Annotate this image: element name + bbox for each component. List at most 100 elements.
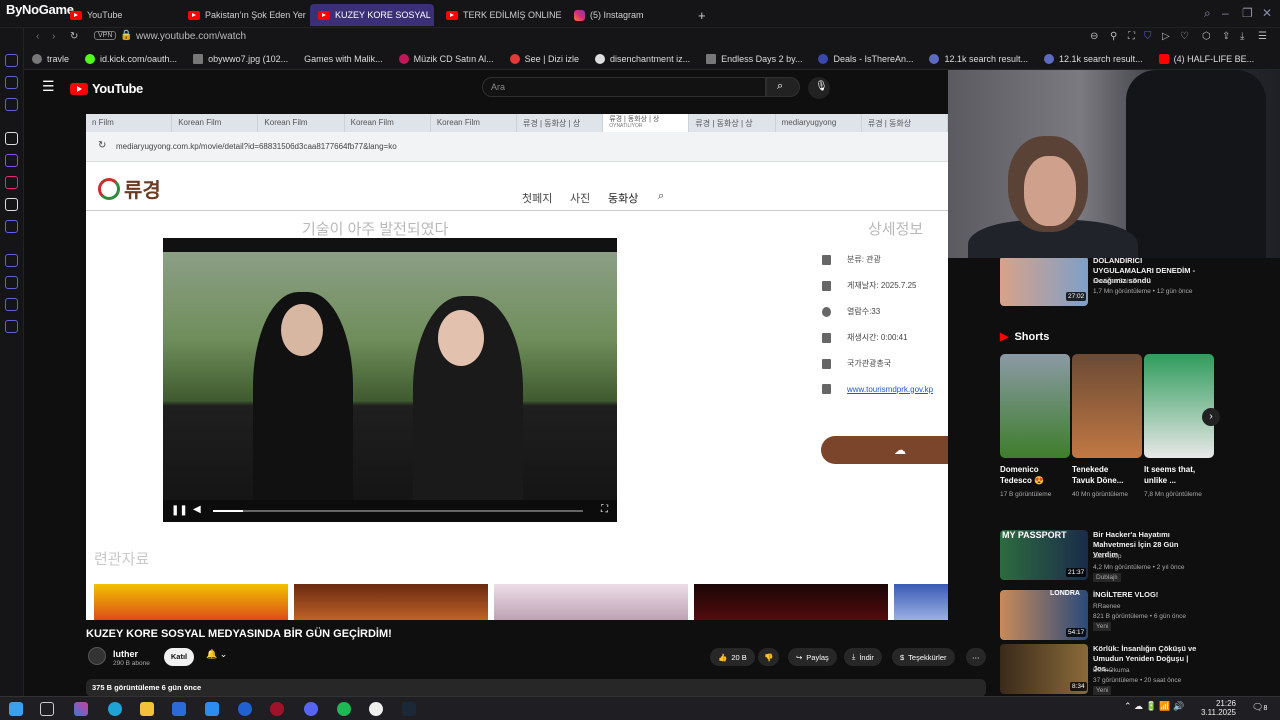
bookmark-item[interactable]: disenchantment iz...: [587, 53, 698, 64]
inner-tab-bar: n Film Korean Film Korean Film Korean Fi…: [86, 114, 948, 132]
twitch-icon[interactable]: [5, 154, 18, 167]
browser-tab[interactable]: (5) Instagram: [566, 4, 690, 26]
related-thumbnail: [294, 584, 488, 620]
bookmark-item[interactable]: See | Dizi izle: [502, 53, 587, 64]
sidebar-video-title: İNGİLTERE VLOG!: [1093, 590, 1159, 599]
browser-tab[interactable]: YouTube: [62, 4, 180, 26]
zoom-icon[interactable]: ⊖: [1090, 31, 1098, 42]
steam-icon[interactable]: [402, 702, 416, 716]
menu-icon[interactable]: ☰: [1258, 31, 1267, 42]
mail-icon[interactable]: [205, 702, 219, 716]
sidebar-history-icon[interactable]: [5, 54, 18, 67]
reload-icon[interactable]: ↻: [70, 31, 78, 42]
chat-sidebar-icon[interactable]: [5, 298, 18, 311]
sidebar-gx-control-icon[interactable]: [5, 76, 18, 89]
dislike-button[interactable]: 👎: [758, 648, 780, 666]
sidebar-video-channel: RRaenee: [1093, 603, 1121, 610]
new-tab-icon[interactable]: +: [690, 4, 714, 26]
share-button[interactable]: ↪ Paylaş: [788, 648, 837, 666]
share-icon[interactable]: ⇪: [1222, 31, 1230, 42]
download-button[interactable]: ⤓ İndir: [844, 648, 882, 666]
windows-start-icon[interactable]: [9, 702, 23, 716]
youtube-logo[interactable]: YouTube: [70, 81, 143, 96]
pin-icon[interactable]: ⚲: [1110, 31, 1117, 42]
video-player[interactable]: n Film Korean Film Korean Film Korean Fi…: [86, 114, 948, 620]
tray-icons[interactable]: ⌃ ☁ 🔋 📶 🔊: [1124, 701, 1184, 712]
hamburger-menu-icon[interactable]: ☰: [42, 78, 55, 95]
discord-icon[interactable]: [5, 220, 18, 233]
bookmark-item[interactable]: Endless Days 2 by...: [698, 53, 810, 64]
download-icon[interactable]: ⤓: [1240, 31, 1244, 42]
address-bar[interactable]: ‹ › ↻ VPN 🔒 www.youtube.com/watch ⊖ ⚲ ⛶ …: [24, 28, 1280, 48]
close-icon[interactable]: ✕: [1262, 6, 1272, 20]
copilot-icon[interactable]: [74, 702, 88, 716]
instagram-sidebar-icon[interactable]: [5, 176, 18, 189]
file-icon: [193, 53, 204, 64]
edge-icon[interactable]: [108, 702, 122, 716]
discord-taskbar-icon[interactable]: [304, 702, 318, 716]
url-text[interactable]: www.youtube.com/watch: [136, 31, 246, 42]
forward-icon[interactable]: ›: [52, 31, 55, 42]
short-meta: 17 B görüntüleme: [1000, 491, 1052, 498]
opera-gx-icon[interactable]: [270, 702, 284, 716]
related-heading: 련관자료: [94, 551, 150, 568]
youtube-icon: [1158, 53, 1169, 64]
maximize-icon[interactable]: ❐: [1242, 6, 1253, 20]
bookmark-item[interactable]: 12.1k search result...: [1036, 53, 1151, 64]
avatar[interactable]: [88, 647, 106, 665]
task-view-icon[interactable]: [40, 702, 54, 716]
shorts-next-button[interactable]: ›: [1202, 408, 1220, 426]
x-icon[interactable]: [5, 198, 18, 211]
minimize-icon[interactable]: –: [1222, 6, 1229, 20]
short-thumbnail[interactable]: [1144, 354, 1214, 458]
sidebar-messenger-icon[interactable]: [5, 98, 18, 111]
notification-icon[interactable]: 🗨8: [1252, 702, 1267, 713]
browser-tab[interactable]: TERK EDİLMİŞ ONLINE O: [438, 4, 564, 26]
sidebar-app-icon[interactable]: [5, 132, 18, 145]
more-button[interactable]: ⋯: [966, 648, 986, 666]
voice-search-button[interactable]: 🎙: [808, 77, 830, 99]
clock-sidebar-icon[interactable]: [5, 276, 18, 289]
bookmark-item[interactable]: (4) HALF-LIFE BE...: [1151, 53, 1263, 64]
short-title: Tenekede Tavuk Döne...: [1072, 465, 1124, 485]
battlenet-icon[interactable]: [238, 702, 252, 716]
bookmark-item[interactable]: 12.1k search result...: [921, 53, 1036, 64]
inner-tab: Korean Film: [431, 114, 518, 132]
store-icon[interactable]: [172, 702, 186, 716]
short-title: Domenico Tedesco 😍: [1000, 465, 1045, 485]
clock[interactable]: 21:26 3.11.2025: [1196, 699, 1236, 717]
bookmark-item[interactable]: id.kick.com/oauth...: [77, 53, 185, 64]
thanks-button[interactable]: $ Teşekkürler: [892, 648, 955, 666]
short-thumbnail[interactable]: [1072, 354, 1142, 458]
spotify-icon[interactable]: [337, 702, 351, 716]
heart-icon[interactable]: ♡: [1180, 31, 1189, 42]
bookmarks-bar: travle id.kick.com/oauth... obywwo7.jpg …: [24, 48, 1280, 70]
play-icon[interactable]: ▷: [1162, 31, 1170, 42]
search-input[interactable]: Ara: [482, 77, 766, 97]
bookmark-item[interactable]: Games with Malik...: [296, 54, 391, 64]
obs-icon[interactable]: [369, 702, 383, 716]
join-button[interactable]: Katıl: [164, 648, 194, 666]
vpn-badge[interactable]: VPN: [94, 31, 117, 40]
bookmark-item[interactable]: obywwo7.jpg (102...: [185, 53, 296, 64]
back-icon[interactable]: ‹: [36, 31, 39, 42]
play-bookmark-icon: [509, 53, 520, 64]
screenshot-icon[interactable]: ⛶: [1128, 31, 1135, 42]
extensions-icon[interactable]: ⬡: [1202, 31, 1211, 42]
channel-name[interactable]: luther: [113, 649, 138, 659]
face-left: [281, 304, 323, 356]
notification-bell-button[interactable]: 🔔 ⌄: [206, 649, 240, 665]
bookmark-item[interactable]: Müzik CD Satın Al...: [391, 53, 502, 64]
browser-tab[interactable]: Pakistan'ın Şok Eden Yer: [180, 4, 308, 26]
shield-icon[interactable]: ⛉: [1144, 31, 1152, 42]
like-button[interactable]: 👍 20 B: [710, 648, 755, 666]
browser-tab-active[interactable]: KUZEY KORE SOSYAL: [310, 4, 434, 26]
search-tabs-icon[interactable]: ⌕: [1204, 6, 1211, 21]
short-thumbnail[interactable]: [1000, 354, 1070, 458]
player-icon[interactable]: [5, 254, 18, 267]
search-button[interactable]: ⌕: [766, 77, 800, 97]
file-explorer-icon[interactable]: [140, 702, 154, 716]
bookmark-item[interactable]: Deals - IsThereAn...: [810, 53, 921, 64]
bookmark-item[interactable]: travle: [24, 53, 77, 64]
settings-icon[interactable]: [5, 320, 18, 333]
